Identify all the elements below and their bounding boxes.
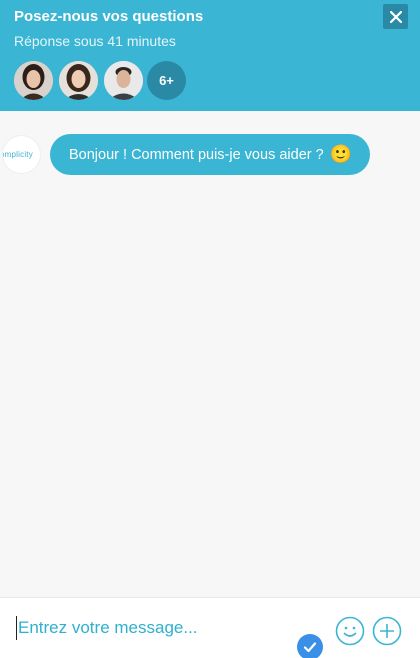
avatar (104, 61, 143, 100)
message-bubble: Bonjour ! Comment puis-je vous aider ? 🙂 (50, 134, 371, 175)
plus-icon (372, 616, 402, 646)
chat-header: Posez-nous vos questions Réponse sous 41… (0, 0, 420, 111)
bot-avatar: omplicity (2, 135, 41, 174)
more-agents-badge: 6+ (147, 61, 186, 100)
smile-emoji-icon: 🙂 (329, 144, 353, 164)
emoji-icon (335, 616, 365, 646)
avatar (59, 61, 98, 100)
close-button[interactable] (383, 4, 408, 29)
avatar (14, 61, 53, 100)
message-text: Bonjour ! Comment puis-je vous aider ? (69, 146, 324, 163)
add-attachment-button[interactable] (372, 616, 402, 646)
message-composer (0, 597, 420, 658)
check-badge-icon (297, 634, 323, 658)
bot-logo-text: omplicity (2, 150, 33, 159)
header-title: Posez-nous vos questions (14, 8, 204, 25)
response-time: Réponse sous 41 minutes (14, 33, 176, 49)
close-icon (389, 10, 402, 23)
emoji-button[interactable] (335, 616, 365, 646)
message-input[interactable] (16, 616, 316, 640)
